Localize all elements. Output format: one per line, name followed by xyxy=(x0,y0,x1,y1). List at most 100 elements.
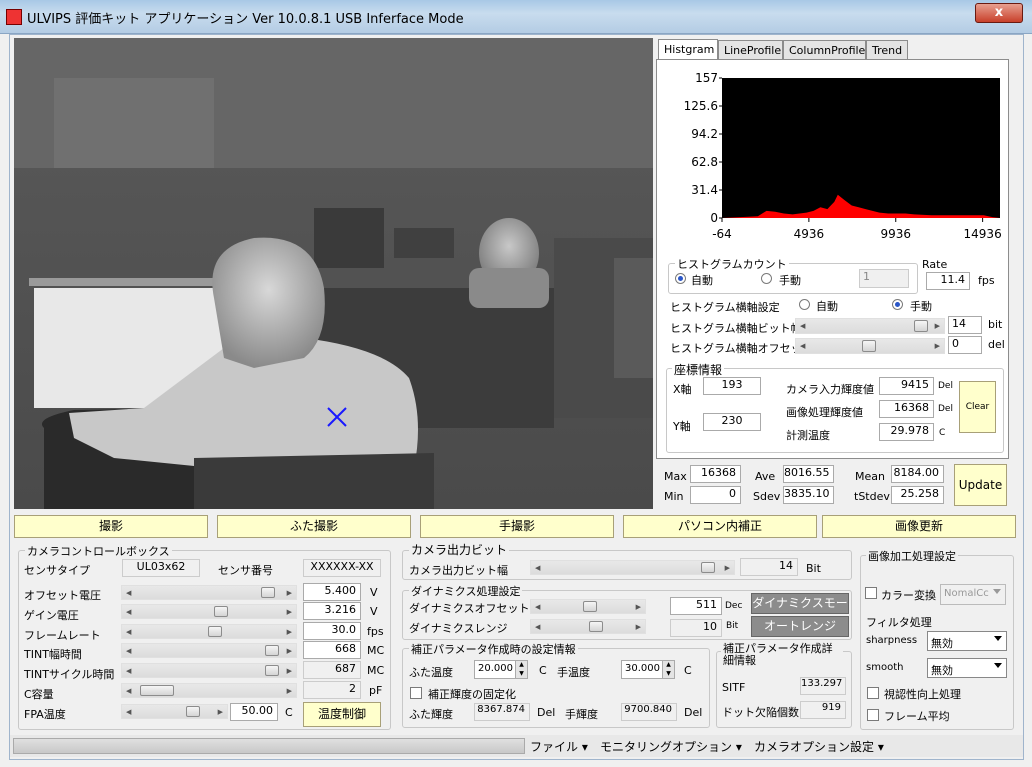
visibility-label: 視認性向上処理 xyxy=(884,688,961,701)
lid-temp-unit: C xyxy=(539,664,547,677)
thermal-camera-image[interactable] xyxy=(14,38,653,509)
filter-title: フィルタ処理 xyxy=(866,616,932,629)
frame-average-checkbox[interactable] xyxy=(867,709,879,721)
c-capacity-value: 2 xyxy=(303,681,361,699)
hist-offset-input[interactable]: 0 xyxy=(948,336,982,354)
menu-monitoring-options[interactable]: モニタリングオプション ▾ xyxy=(600,738,742,755)
dynamics-mode-button[interactable]: ダイナミクスモード xyxy=(751,593,849,629)
sitf-value: 133.297 xyxy=(800,677,846,695)
spin-down-icon[interactable]: ▼ xyxy=(662,669,674,678)
y-tick-label: 62.8 xyxy=(691,155,718,169)
hist-bitwidth-label: ヒストグラム横軸ビット幅 xyxy=(670,322,802,335)
x-tick-label: -64 xyxy=(712,227,732,241)
dyn-offset-label: ダイナミクスオフセット xyxy=(409,602,530,615)
spin-up-icon[interactable]: ▲ xyxy=(515,661,527,670)
frame-rate-slider[interactable]: ◀ ▶ xyxy=(121,624,297,639)
offset-voltage-value[interactable]: 5.400 xyxy=(303,583,361,601)
tint-cycle-slider[interactable]: ◀ ▶ xyxy=(121,663,297,678)
output-bit-slider[interactable]: ◀ ▶ xyxy=(530,560,735,575)
tab-histgram[interactable]: Histgram xyxy=(658,39,718,60)
smooth-select[interactable]: 無効 xyxy=(927,658,1007,678)
y-tick-label: 31.4 xyxy=(691,183,718,197)
hand-temp-unit: C xyxy=(684,664,692,677)
hand-lum-label: 手輝度 xyxy=(565,708,598,721)
fpa-temp-slider[interactable]: ◀ ▶ xyxy=(121,704,228,719)
tint-width-label: TINT幅時間 xyxy=(24,648,82,661)
pc-correction-button[interactable]: パソコン内補正 xyxy=(623,515,817,538)
menu-file[interactable]: ファイル ▾ xyxy=(530,738,588,755)
image-update-button[interactable]: 画像更新 xyxy=(822,515,1016,538)
gain-voltage-slider[interactable]: ◀ ▶ xyxy=(121,604,297,619)
dynamics-title: ダイナミクス処理設定 xyxy=(409,583,523,599)
dyn-offset-slider[interactable]: ◀ ▶ xyxy=(530,599,646,614)
frame-rate-value[interactable]: 30.0 xyxy=(303,622,361,640)
min-label: Min xyxy=(664,490,684,503)
spin-down-icon[interactable]: ▼ xyxy=(515,669,527,678)
offset-voltage-slider[interactable]: ◀ ▶ xyxy=(121,585,297,600)
lid-temp-spinner[interactable]: 20.000 ▲ ▼ xyxy=(474,660,528,679)
dyn-offset-value[interactable]: 511 xyxy=(670,597,722,615)
mean-label: Mean xyxy=(855,470,885,483)
tab-columnprofile[interactable]: ColumnProfile xyxy=(783,40,866,59)
dyn-range-label: ダイナミクスレンジ xyxy=(409,622,508,635)
hist-axis-manual-radio[interactable] xyxy=(892,299,903,310)
lid-temp-value: 20.000 xyxy=(478,663,513,674)
temp-label: 計測温度 xyxy=(786,429,830,442)
fix-lum-checkbox[interactable] xyxy=(410,687,422,699)
lid-lum-value: 8367.874 xyxy=(474,703,530,721)
frame-rate-label: フレームレート xyxy=(24,629,101,642)
capture-button[interactable]: 撮影 xyxy=(14,515,208,538)
close-button[interactable]: x xyxy=(975,3,1023,23)
max-value: 16368 xyxy=(690,465,741,483)
tab-lineprofile[interactable]: LineProfile xyxy=(718,40,783,59)
coord-y-value: 230 xyxy=(703,413,761,431)
c-capacity-slider[interactable]: ◀ ▶ xyxy=(121,683,297,698)
hist-count-auto-label: 自動 xyxy=(691,274,713,287)
color-convert-select[interactable]: NomalCc xyxy=(940,584,1006,605)
hist-offset-unit: del xyxy=(988,338,1005,351)
menu-camera-options[interactable]: カメラオプション設定 ▾ xyxy=(754,738,884,755)
hist-count-manual-radio[interactable] xyxy=(761,273,772,284)
clear-button[interactable]: Clear xyxy=(959,381,996,433)
hist-axis-auto-radio[interactable] xyxy=(799,299,810,310)
fpa-temp-value[interactable]: 50.00 xyxy=(230,703,278,721)
dyn-range-slider[interactable]: ◀ ▶ xyxy=(530,619,646,634)
auto-range-button[interactable]: オートレンジ xyxy=(751,616,849,637)
tsdev-label: tStdev xyxy=(854,490,890,503)
hist-offset-slider[interactable]: ◀ ▶ xyxy=(795,338,945,354)
temp-control-button[interactable]: 温度制御 xyxy=(303,702,381,727)
rate-label: Rate xyxy=(922,258,948,271)
hist-bitwidth-slider[interactable]: ◀ ▶ xyxy=(795,318,945,334)
hist-count-auto-radio[interactable] xyxy=(675,273,686,284)
hist-bitwidth-input[interactable]: 14 xyxy=(948,316,982,334)
hist-count-manual-label: 手動 xyxy=(779,274,801,287)
max-label: Max xyxy=(664,470,687,483)
hand-temp-value: 30.000 xyxy=(625,663,660,674)
hist-count-input[interactable]: 1 xyxy=(859,269,909,288)
hand-capture-button[interactable]: 手撮影 xyxy=(420,515,614,538)
cam-lum-unit: Del xyxy=(938,381,953,391)
y-tick-label: 157 xyxy=(695,71,718,85)
dyn-range-value: 10 xyxy=(670,619,722,637)
spin-up-icon[interactable]: ▲ xyxy=(662,661,674,670)
hand-temp-spinner[interactable]: 30.000 ▲ ▼ xyxy=(621,660,675,679)
y-tick-label: 0 xyxy=(710,211,718,225)
tab-trend[interactable]: Trend xyxy=(866,40,908,59)
y-tick-label: 94.2 xyxy=(691,127,718,141)
hist-bitwidth-unit: bit xyxy=(988,318,1003,331)
color-convert-checkbox[interactable] xyxy=(865,587,877,599)
img-lum-value: 16368 xyxy=(879,400,934,418)
x-tick-label: 9936 xyxy=(880,227,911,241)
img-lum-label: 画像処理輝度値 xyxy=(786,406,863,419)
visibility-checkbox[interactable] xyxy=(867,687,879,699)
tint-width-slider[interactable]: ◀ ▶ xyxy=(121,643,297,658)
sensor-no-value: XXXXXX-XX xyxy=(303,559,381,577)
fpa-temp-unit: C xyxy=(285,706,293,719)
lid-capture-button[interactable]: ふた撮影 xyxy=(217,515,411,538)
sitf-label: SITF xyxy=(722,681,746,694)
sharpness-label: sharpness xyxy=(866,635,918,646)
sharpness-select[interactable]: 無効 xyxy=(927,631,1007,651)
gain-voltage-value[interactable]: 3.216 xyxy=(303,602,361,620)
update-button[interactable]: Update xyxy=(954,464,1007,506)
tint-width-value[interactable]: 668 xyxy=(303,641,361,659)
